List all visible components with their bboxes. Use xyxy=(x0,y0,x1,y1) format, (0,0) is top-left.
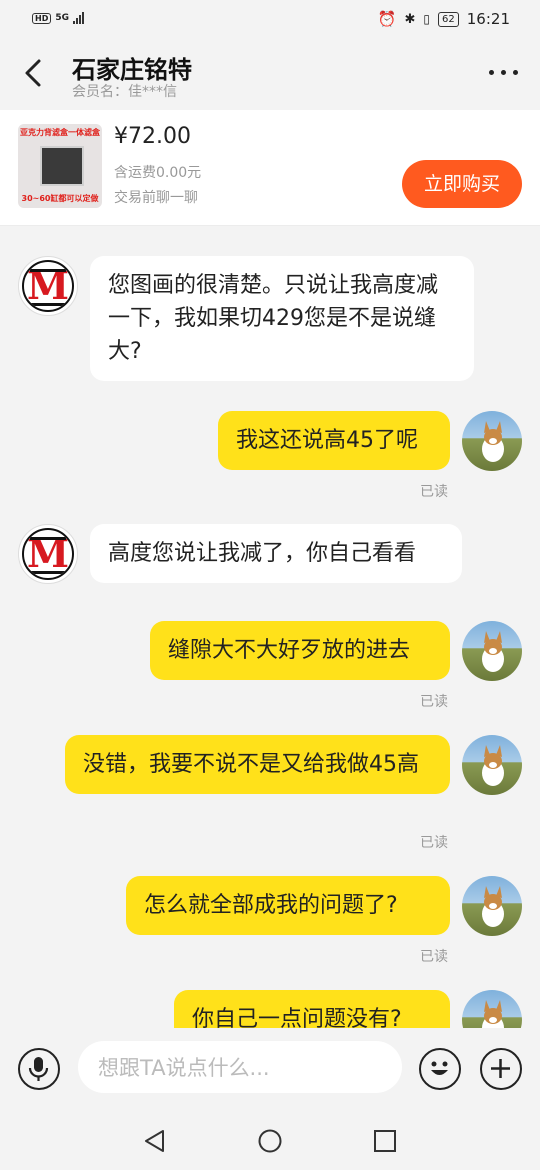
read-status: 已读 xyxy=(420,484,448,500)
network-label: 5G xyxy=(55,13,69,23)
battery-icon: 62 xyxy=(438,11,459,27)
system-nav-bar xyxy=(0,1110,540,1170)
input-bar xyxy=(0,1028,540,1110)
user-avatar[interactable] xyxy=(462,990,522,1028)
emoji-icon[interactable] xyxy=(419,1048,461,1090)
square-recent-icon[interactable] xyxy=(372,1128,398,1154)
user-avatar[interactable] xyxy=(462,621,522,681)
chat-area[interactable]: M 您图画的很清楚。只说让我高度减一下，我如果切429您是不是说缝大? 我这还说… xyxy=(0,226,540,1028)
read-status: 已读 xyxy=(420,694,448,710)
more-dots-icon[interactable] xyxy=(489,70,518,75)
seller-avatar[interactable]: M xyxy=(18,524,78,584)
hd-indicator: HD xyxy=(32,12,52,24)
thumbnail-bottom-text: 30~60缸都可以定做 xyxy=(21,194,99,203)
message-bubble-outgoing[interactable]: 缝隙大不大好歹放的进去 xyxy=(150,621,450,680)
user-avatar[interactable] xyxy=(462,411,522,471)
shipping-fee: 含运费0.00元 xyxy=(114,165,202,181)
signal-icon xyxy=(73,12,84,24)
message-bubble-outgoing[interactable]: 没错，我要不说不是又给我做45高 xyxy=(65,735,450,794)
product-price: ¥72.00 xyxy=(114,124,191,149)
user-avatar[interactable] xyxy=(462,735,522,795)
bluetooth-icon: ✱ xyxy=(404,11,416,27)
read-status: 已读 xyxy=(420,949,448,965)
triangle-back-icon[interactable] xyxy=(142,1128,168,1154)
message-bubble-incoming[interactable]: 您图画的很清楚。只说让我高度减一下，我如果切429您是不是说缝大? xyxy=(90,256,474,381)
filter-box-image xyxy=(40,146,84,186)
chat-hint: 交易前聊一聊 xyxy=(114,190,198,206)
circle-home-icon[interactable] xyxy=(257,1128,283,1154)
product-thumbnail[interactable]: 亚克力背滤盒一体滤盒 30~60缸都可以定做 xyxy=(18,124,102,208)
clock: 16:21 xyxy=(466,10,510,28)
message-bubble-incoming[interactable]: 高度您说让我减了，你自己看看 xyxy=(90,524,462,583)
product-card[interactable]: 亚克力背滤盒一体滤盒 30~60缸都可以定做 ¥72.00 含运费0.00元 交… xyxy=(0,110,540,226)
vibrate-icon: ▯ xyxy=(423,12,431,26)
member-name: 会员名：佳***信 xyxy=(72,84,177,100)
message-input[interactable] xyxy=(96,1041,380,1095)
status-bar: HD 5G ⏰ ✱ ▯ 62 16:21 xyxy=(0,0,540,40)
read-status: 已读 xyxy=(420,835,448,851)
message-bubble-outgoing[interactable]: 你自己一点问题没有? xyxy=(174,990,450,1028)
buy-now-button[interactable]: 立即购买 xyxy=(402,160,522,208)
alarm-icon: ⏰ xyxy=(377,10,397,28)
plus-icon[interactable] xyxy=(480,1048,522,1090)
user-avatar[interactable] xyxy=(462,876,522,936)
seller-avatar[interactable]: M xyxy=(18,256,78,316)
chevron-left-icon[interactable] xyxy=(22,58,44,88)
message-bubble-outgoing[interactable]: 怎么就全部成我的问题了? xyxy=(126,876,450,935)
thumbnail-top-text: 亚克力背滤盒一体滤盒 xyxy=(20,128,100,137)
message-bubble-outgoing[interactable]: 我这还说高45了呢 xyxy=(218,411,450,470)
message-input-container[interactable] xyxy=(78,1041,402,1095)
microphone-icon[interactable] xyxy=(18,1048,60,1090)
page-title: 石家庄铭特 xyxy=(72,56,192,84)
chat-header: 石家庄铭特 会员名：佳***信 xyxy=(0,40,540,108)
